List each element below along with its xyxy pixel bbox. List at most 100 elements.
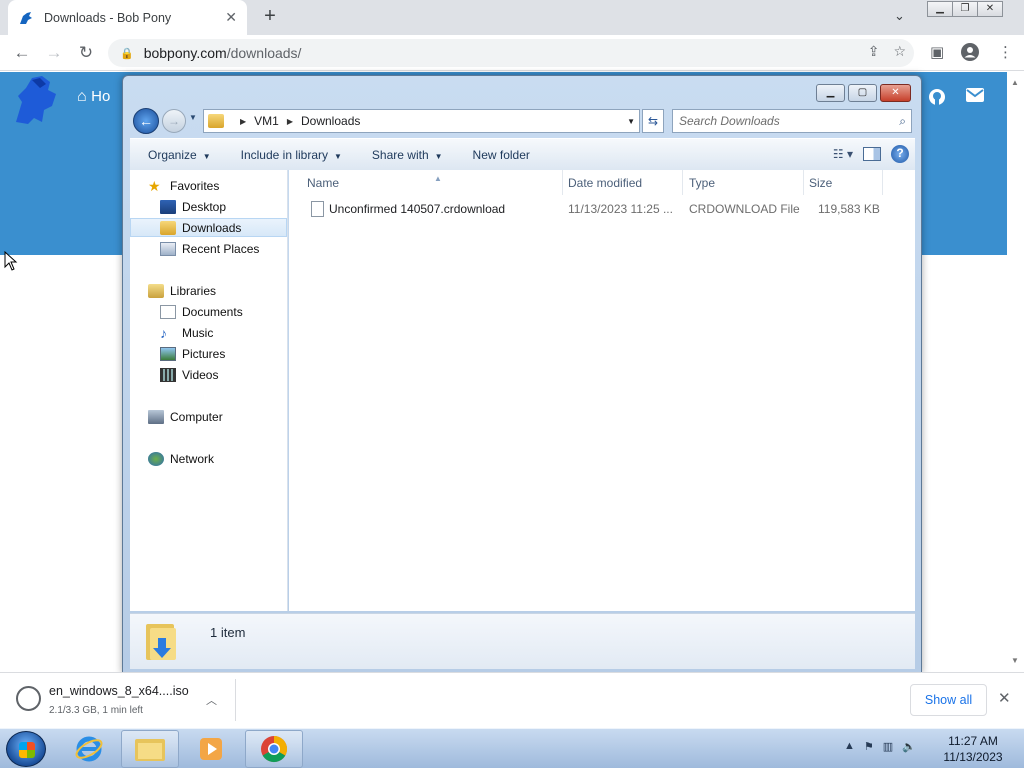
share-with-menu[interactable]: Share with ▼ xyxy=(360,148,455,162)
side-panel-icon[interactable]: ▣ xyxy=(930,43,944,61)
share-icon[interactable]: ⇪ xyxy=(868,43,880,60)
action-center-flag-icon[interactable]: ⚑ xyxy=(864,740,874,753)
nav-libraries[interactable]: Libraries xyxy=(148,281,216,300)
recent-pages-dropdown-icon[interactable]: ▼ xyxy=(189,113,197,122)
windows-logo-icon xyxy=(19,742,35,758)
taskbar: ▲ ⚑ ▥ 🔈 11:27 AM 11/13/2023 xyxy=(0,728,1024,768)
network-tray-icon[interactable]: ▥ xyxy=(883,740,893,753)
home-link[interactable]: ⌂ Ho xyxy=(77,88,110,106)
nav-pictures[interactable]: Pictures xyxy=(160,344,225,363)
taskbar-chrome[interactable] xyxy=(245,730,303,768)
nav-videos[interactable]: Videos xyxy=(160,365,218,384)
tab-strip: Downloads - Bob Pony ✕ + ⌄ ▁ ❐ ✕ xyxy=(0,0,1024,35)
navigation-pane[interactable]: ★ Favorites Desktop Downloads Recent Pla… xyxy=(130,170,288,611)
folder-icon xyxy=(208,114,224,128)
chevron-down-icon: ▼ xyxy=(334,151,342,161)
taskbar-internet-explorer[interactable] xyxy=(60,730,118,768)
file-name: Unconfirmed 140507.crdownload xyxy=(329,202,506,216)
include-in-library-menu[interactable]: Include in library ▼ xyxy=(229,148,354,162)
tab-close-icon[interactable]: ✕ xyxy=(225,9,237,26)
libraries-icon xyxy=(148,283,164,298)
taskbar-clock[interactable]: 11:27 AM 11/13/2023 xyxy=(935,733,1011,765)
system-tray: ▲ ⚑ ▥ 🔈 xyxy=(844,740,916,753)
download-status: 2.1/3.3 GB, 1 min left xyxy=(49,705,143,716)
scroll-up-icon[interactable]: ▲ xyxy=(1011,78,1019,87)
nav-favorites[interactable]: ★ Favorites xyxy=(148,176,219,195)
taskbar-media-player[interactable] xyxy=(182,730,240,768)
new-tab-button[interactable]: + xyxy=(258,5,282,28)
preview-pane-icon[interactable] xyxy=(863,147,881,161)
file-type: CRDOWNLOAD File xyxy=(689,202,800,216)
file-list-pane[interactable]: Name ▲ Date modified Type Size Unconfirm… xyxy=(289,170,915,611)
profile-avatar-icon[interactable] xyxy=(961,43,979,65)
change-view-icon[interactable]: ☷ ▾ xyxy=(833,147,853,161)
explorer-forward-icon[interactable]: → xyxy=(162,109,186,133)
download-progress-icon[interactable] xyxy=(16,686,41,711)
start-button[interactable] xyxy=(6,731,46,767)
nav-music[interactable]: ♪ Music xyxy=(160,323,213,342)
sort-ascending-icon: ▲ xyxy=(434,174,442,183)
chrome-menu-icon[interactable]: ⋮ xyxy=(998,43,1013,61)
address-dropdown-icon[interactable]: ▼ xyxy=(627,117,635,126)
back-arrow-icon[interactable]: ← xyxy=(10,41,34,65)
breadcrumb-separator-icon[interactable]: ▶ xyxy=(287,117,293,126)
address-bar[interactable]: 🔒 bobpony.com/downloads/ ⇪ ☆ xyxy=(108,39,914,67)
videos-icon xyxy=(160,367,176,382)
column-header-type[interactable]: Type xyxy=(683,170,804,195)
nav-network[interactable]: Network xyxy=(148,449,214,468)
explorer-close-icon[interactable]: ✕ xyxy=(880,84,911,102)
chevron-up-icon[interactable]: ︿ xyxy=(206,692,217,708)
tab-title: Downloads - Bob Pony xyxy=(44,10,172,25)
tab-search-icon[interactable]: ⌄ xyxy=(894,8,905,24)
nav-computer[interactable]: Computer xyxy=(148,407,223,426)
close-shelf-icon[interactable]: ✕ xyxy=(998,689,1011,707)
reload-icon[interactable]: ↻ xyxy=(74,41,98,65)
window-controls: ▁ ❐ ✕ xyxy=(927,1,1003,17)
show-hidden-icons-icon[interactable]: ▲ xyxy=(844,740,855,753)
pictures-icon xyxy=(160,346,176,361)
breadcrumb-downloads[interactable]: Downloads xyxy=(301,114,360,128)
breadcrumb-vm1[interactable]: VM1 xyxy=(254,114,279,128)
help-icon[interactable]: ? xyxy=(891,145,909,163)
bobpony-favicon-icon xyxy=(20,11,32,24)
mouse-cursor-icon xyxy=(4,251,18,271)
column-header-size[interactable]: Size xyxy=(803,170,883,195)
new-folder-button[interactable]: New folder xyxy=(461,148,542,162)
breadcrumb-separator-icon[interactable]: ▶ xyxy=(240,117,246,126)
page-scrollbar[interactable]: ▲ ▼ xyxy=(1007,72,1024,672)
tab-downloads[interactable]: Downloads - Bob Pony ✕ xyxy=(8,0,247,35)
chrome-icon xyxy=(261,735,288,763)
show-all-button[interactable]: Show all xyxy=(910,684,987,716)
organize-menu[interactable]: Organize ▼ xyxy=(136,148,223,162)
download-file-name[interactable]: en_windows_8_x64....iso xyxy=(49,684,189,698)
github-icon[interactable] xyxy=(928,88,946,111)
explorer-refresh-icon[interactable]: ⇆ xyxy=(642,109,664,133)
music-icon: ♪ xyxy=(160,324,167,341)
forward-arrow-icon[interactable]: → xyxy=(42,41,66,65)
scroll-down-icon[interactable]: ▼ xyxy=(1011,656,1019,665)
explorer-minimize-icon[interactable]: ▁ xyxy=(816,84,845,102)
nav-downloads[interactable]: Downloads xyxy=(130,218,287,237)
bookmark-star-icon[interactable]: ☆ xyxy=(893,43,906,60)
explorer-search-input[interactable]: Search Downloads ⌕ xyxy=(672,109,912,133)
search-icon[interactable]: ⌕ xyxy=(899,110,906,132)
explorer-address-bar[interactable]: ▶ VM1 ▶ Downloads ▼ xyxy=(203,109,640,133)
restore-icon[interactable]: ❐ xyxy=(952,1,978,17)
taskbar-explorer[interactable] xyxy=(121,730,179,768)
nav-desktop[interactable]: Desktop xyxy=(160,197,226,216)
file-row[interactable]: Unconfirmed 140507.crdownload 11/13/2023… xyxy=(301,198,911,220)
column-header-date-modified[interactable]: Date modified xyxy=(562,170,683,195)
bobpony-logo-icon[interactable] xyxy=(12,74,60,126)
explorer-back-icon[interactable]: ← xyxy=(133,108,159,134)
nav-recent-places[interactable]: Recent Places xyxy=(160,239,259,258)
item-count: 1 item xyxy=(210,625,246,640)
nav-documents[interactable]: Documents xyxy=(160,302,243,321)
command-bar: Organize ▼ Include in library ▼ Share with… xyxy=(130,138,915,170)
volume-muted-icon[interactable]: 🔈 xyxy=(902,740,916,753)
internet-explorer-icon xyxy=(75,736,103,762)
minimize-icon[interactable]: ▁ xyxy=(927,1,953,17)
close-window-icon[interactable]: ✕ xyxy=(977,1,1003,17)
explorer-maximize-icon[interactable]: ▢ xyxy=(848,84,877,102)
column-header-name[interactable]: Name ▲ xyxy=(301,170,563,195)
email-icon[interactable] xyxy=(966,88,984,107)
